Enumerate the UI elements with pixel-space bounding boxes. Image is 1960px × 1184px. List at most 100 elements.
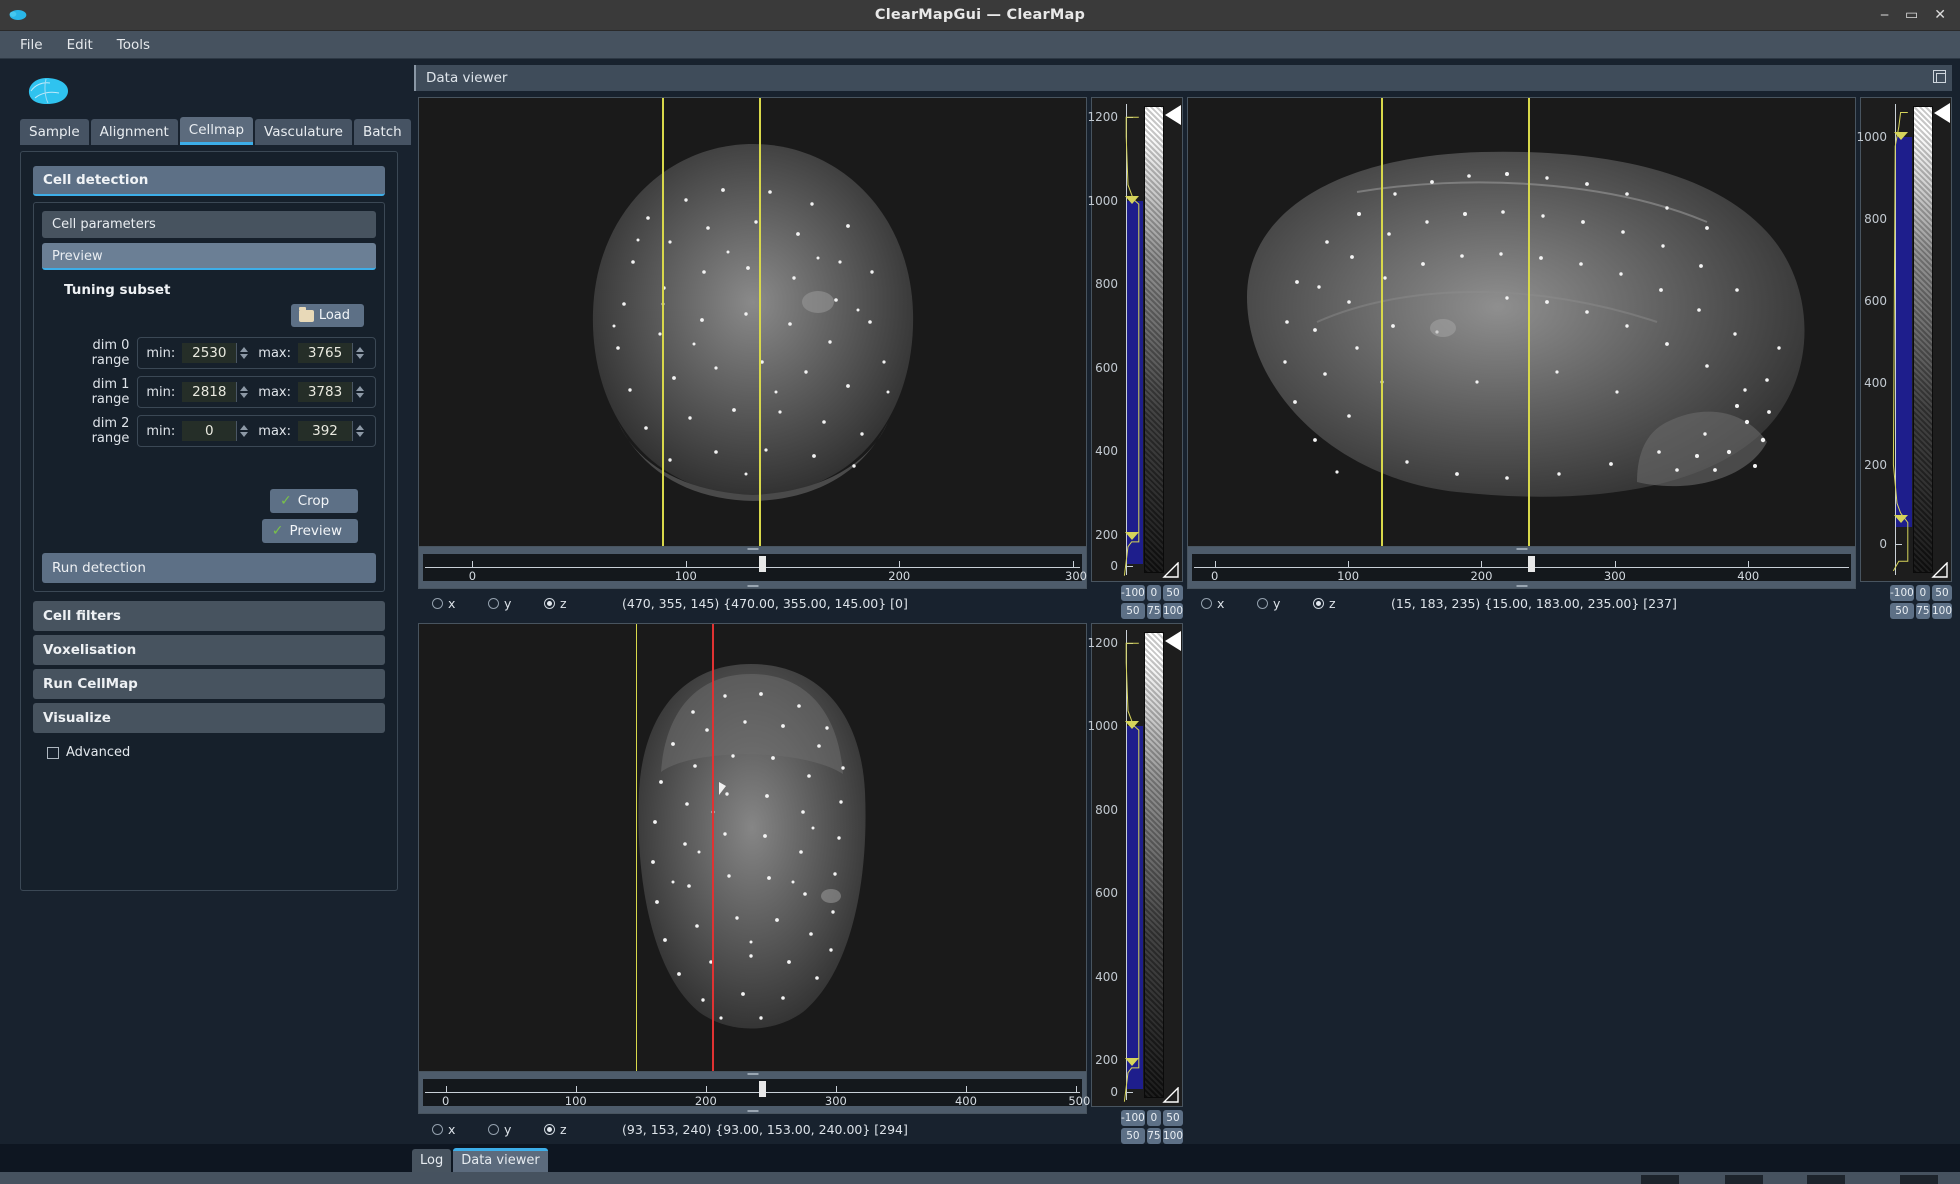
dim-2-min-stepper[interactable] <box>182 421 251 441</box>
radio-axis-x[interactable]: x <box>432 1122 488 1137</box>
slider-coronal[interactable]: 0 100 200 300 <box>418 546 1087 589</box>
lut-high-marker[interactable] <box>1125 195 1139 204</box>
accordion-run-cellmap[interactable]: Run CellMap <box>33 669 385 699</box>
menu-item-file[interactable]: File <box>10 34 53 56</box>
lut-min-handle[interactable] <box>1162 561 1182 580</box>
tab-vasculature[interactable]: Vasculature <box>255 119 352 145</box>
radio-axis-z[interactable]: z <box>544 596 600 611</box>
lut-btn-75[interactable]: 75 <box>1915 602 1930 619</box>
lut-max-handle[interactable] <box>1934 102 1950 123</box>
lut-btn-0[interactable]: 0 <box>1146 1110 1161 1126</box>
dim-1-max-stepper[interactable] <box>298 382 367 402</box>
dim-1-min-input[interactable] <box>182 382 237 402</box>
radio-y-label: y <box>1273 596 1281 611</box>
dim-2-max-spin-buttons[interactable] <box>352 421 367 441</box>
lut-btn-50b[interactable]: 50 <box>1890 602 1914 619</box>
window-controls[interactable]: ‒ ▭ ✕ <box>1880 8 1960 22</box>
section-preview[interactable]: Preview <box>42 243 376 270</box>
image-canvas-coronal[interactable] <box>418 97 1087 547</box>
lut-btn-50a[interactable]: 50 <box>1162 584 1183 601</box>
accordion-visualize[interactable]: Visualize <box>33 703 385 733</box>
lut-btn-50a[interactable]: 50 <box>1931 584 1952 601</box>
lut-btn-100[interactable]: 100 <box>1931 602 1952 619</box>
close-icon[interactable]: ✕ <box>1934 8 1946 22</box>
dim-1-min-spin-buttons[interactable] <box>236 382 251 402</box>
tab-alignment[interactable]: Alignment <box>90 119 178 145</box>
radio-axis-y[interactable]: y <box>488 596 544 611</box>
radio-axis-x[interactable]: x <box>432 596 488 611</box>
tab-cellmap[interactable]: Cellmap <box>179 117 254 145</box>
dim-1-min-stepper[interactable] <box>182 382 251 402</box>
load-button[interactable]: Load <box>290 304 364 327</box>
advanced-checkbox[interactable] <box>47 746 59 759</box>
slider-sagittal[interactable]: 0 100 200 300 400 <box>1187 546 1856 589</box>
lut-min-handle[interactable] <box>1931 561 1951 580</box>
run-detection-button[interactable]: Run detection <box>42 553 376 583</box>
slider-horizontal[interactable]: 0 100 200 300 400 500 <box>418 1072 1090 1114</box>
preview-button[interactable]: ✓ Preview <box>261 519 358 543</box>
lut-btn-0[interactable]: 0 <box>1915 584 1930 601</box>
lut-buttons-horizontal: -100 0 50 50 75 100 <box>1091 1107 1183 1144</box>
lut-low-marker[interactable] <box>1125 1057 1139 1066</box>
image-canvas-sagittal[interactable] <box>1187 97 1856 547</box>
image-canvas-horizontal[interactable] <box>418 622 1087 1072</box>
advanced-row[interactable]: Advanced <box>47 745 385 760</box>
radio-axis-y[interactable]: y <box>1257 596 1313 611</box>
radio-axis-y[interactable]: y <box>488 1122 544 1137</box>
slider-tick-label: 0 <box>468 568 477 583</box>
accordion-voxelisation[interactable]: Voxelisation <box>33 635 385 665</box>
cell-detection-header[interactable]: Cell detection <box>33 166 385 196</box>
lut-btn-50a[interactable]: 50 <box>1162 1110 1183 1126</box>
slider-handle[interactable] <box>759 555 767 572</box>
lut-high-marker[interactable] <box>1894 131 1908 140</box>
dim-2-min-input[interactable] <box>182 421 237 441</box>
maximize-icon[interactable]: ▭ <box>1905 8 1918 22</box>
lut-btn-75[interactable]: 75 <box>1146 1128 1161 1144</box>
dim-0-max-spin-buttons[interactable] <box>352 343 367 363</box>
radio-axis-x[interactable]: x <box>1201 596 1257 611</box>
lut-btn-minus100[interactable]: -100 <box>1890 584 1914 601</box>
undock-icon[interactable] <box>1933 70 1946 83</box>
lut-histogram-coronal[interactable]: 1200 1000 800 600 400 200 0 <box>1087 97 1183 582</box>
lut-btn-100[interactable]: 100 <box>1162 602 1183 619</box>
tab-sample[interactable]: Sample <box>20 119 89 145</box>
tab-log[interactable]: Log <box>412 1149 452 1172</box>
lut-histogram-horizontal[interactable]: 1200 1000 800 600 400 200 0 <box>1087 622 1183 1107</box>
menu-item-edit[interactable]: Edit <box>57 34 103 56</box>
dim-1-max-spin-buttons[interactable] <box>352 382 367 402</box>
accordion-cell-filters[interactable]: Cell filters <box>33 601 385 631</box>
tab-data-viewer[interactable]: Data viewer <box>453 1148 548 1172</box>
lut-high-marker[interactable] <box>1125 721 1139 730</box>
dim-2-min-spin-buttons[interactable] <box>236 421 251 441</box>
dim-2-max-stepper[interactable] <box>298 421 367 441</box>
dim-0-max-stepper[interactable] <box>298 343 367 363</box>
dim-1-max-input[interactable] <box>298 382 352 402</box>
menu-item-tools[interactable]: Tools <box>107 34 160 56</box>
dim-0-min-spin-buttons[interactable] <box>236 343 251 363</box>
lut-btn-75[interactable]: 75 <box>1146 602 1161 619</box>
lut-low-marker[interactable] <box>1125 532 1139 541</box>
dim-0-min-stepper[interactable] <box>182 343 251 363</box>
lut-btn-50b[interactable]: 50 <box>1121 602 1145 619</box>
lut-btn-0[interactable]: 0 <box>1146 584 1161 601</box>
crop-button[interactable]: ✓ Crop <box>270 489 358 513</box>
lut-max-handle[interactable] <box>1165 630 1181 651</box>
dim-0-min-input[interactable] <box>182 343 237 363</box>
radio-axis-z[interactable]: z <box>544 1122 600 1137</box>
lut-btn-50b[interactable]: 50 <box>1121 1128 1145 1144</box>
tab-batch[interactable]: Batch <box>353 119 411 145</box>
lut-low-marker[interactable] <box>1894 515 1908 524</box>
radio-axis-z[interactable]: z <box>1313 596 1369 611</box>
dim-0-max-input[interactable] <box>298 343 352 363</box>
lut-max-handle[interactable] <box>1165 105 1181 126</box>
minimize-icon[interactable]: ‒ <box>1880 8 1889 22</box>
lut-min-handle[interactable] <box>1162 1087 1182 1105</box>
dim-2-max-input[interactable] <box>298 421 352 441</box>
section-cell-parameters[interactable]: Cell parameters <box>42 211 376 238</box>
lut-btn-minus100[interactable]: -100 <box>1121 584 1145 601</box>
slider-handle[interactable] <box>1528 555 1536 572</box>
slider-handle[interactable] <box>759 1081 767 1097</box>
lut-btn-100[interactable]: 100 <box>1162 1128 1183 1144</box>
lut-histogram-sagittal[interactable]: 1000 800 600 400 200 0 <box>1856 97 1952 582</box>
lut-btn-minus100[interactable]: -100 <box>1121 1110 1145 1126</box>
